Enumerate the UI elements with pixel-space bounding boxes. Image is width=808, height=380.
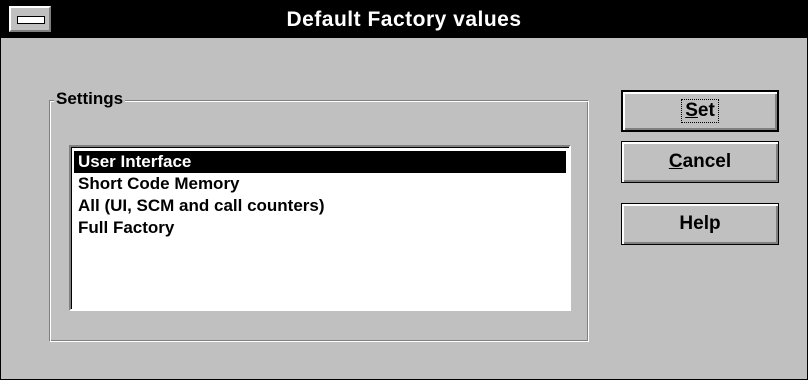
list-item-all[interactable]: All (UI, SCM and call counters) xyxy=(74,195,566,217)
title-bar[interactable]: Default Factory values xyxy=(1,1,807,38)
window-title: Default Factory values xyxy=(286,8,522,31)
list-item-user-interface[interactable]: User Interface xyxy=(74,151,566,173)
list-item-full-factory[interactable]: Full Factory xyxy=(74,217,566,239)
set-button[interactable]: Set xyxy=(621,90,779,132)
settings-group-label: Settings xyxy=(54,89,126,109)
dialog-window: Default Factory values Settings User Int… xyxy=(0,0,808,380)
list-item-short-code-memory[interactable]: Short Code Memory xyxy=(74,173,566,195)
cancel-button[interactable]: Cancel xyxy=(621,141,779,183)
help-button[interactable]: Help xyxy=(621,203,779,245)
settings-listbox[interactable]: User Interface Short Code Memory All (UI… xyxy=(69,145,571,311)
set-button-label: Set xyxy=(681,99,719,123)
settings-list: User Interface Short Code Memory All (UI… xyxy=(74,151,566,239)
cancel-button-label: Cancel xyxy=(668,151,732,172)
